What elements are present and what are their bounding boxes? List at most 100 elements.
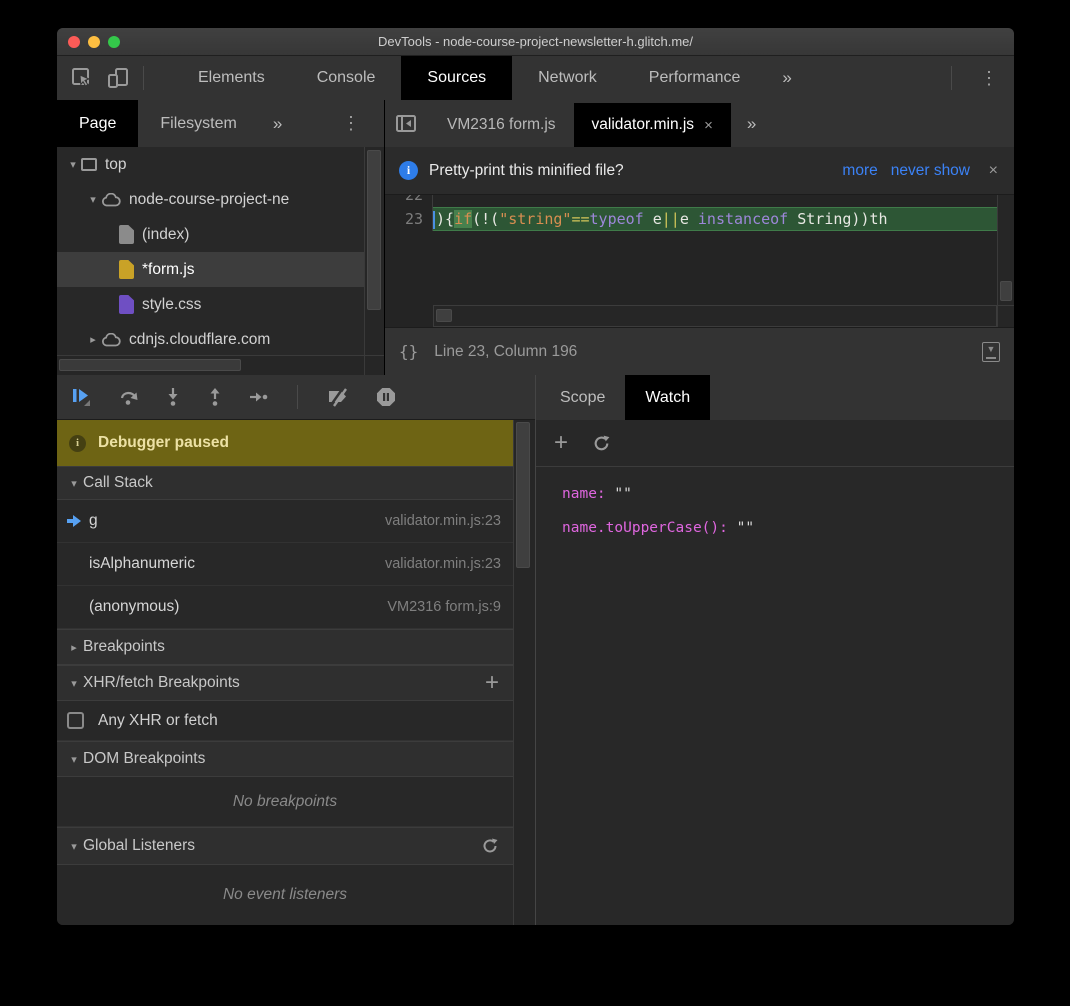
tree-label: *form.js xyxy=(142,261,195,279)
scrollbar-thumb[interactable] xyxy=(59,359,241,371)
scrollbar-thumb[interactable] xyxy=(436,309,452,322)
scrollbar-corner xyxy=(997,305,1014,327)
editor-tab-validator[interactable]: validator.min.js × xyxy=(574,103,731,147)
line-number[interactable]: 23 xyxy=(385,207,433,231)
expand-arrow-icon[interactable]: ▾ xyxy=(65,158,81,171)
tree-item-index[interactable]: (index) xyxy=(57,217,364,252)
editor-tab-label: VM2316 form.js xyxy=(447,116,556,134)
any-xhr-checkbox[interactable] xyxy=(67,712,84,729)
refresh-global-listeners-icon[interactable] xyxy=(481,837,499,855)
zoom-window-button[interactable] xyxy=(108,36,120,48)
paused-message: Debugger paused xyxy=(98,434,229,452)
sidebar-tabbar: Page Filesystem » ⋮ xyxy=(57,100,384,147)
debugger-paused-banner: i Debugger paused xyxy=(57,420,513,466)
paused-info-icon: i xyxy=(69,435,86,452)
customize-devtools-icon[interactable]: ⋮ xyxy=(964,56,1014,100)
tree-item-stylecss[interactable]: style.css xyxy=(57,287,364,322)
tree-item-origin[interactable]: ▾ node-course-project-ne xyxy=(57,182,364,217)
editor-vertical-scrollbar[interactable] xyxy=(997,195,1014,305)
dom-breakpoints-header[interactable]: ▾ DOM Breakpoints xyxy=(57,741,513,777)
pretty-print-never-show-link[interactable]: never show xyxy=(891,162,970,180)
minimize-window-button[interactable] xyxy=(88,36,100,48)
infobar-close-icon[interactable]: × xyxy=(989,162,998,180)
scrollbar-thumb[interactable] xyxy=(1000,281,1012,301)
sidebar-more-tabs-chevron[interactable]: » xyxy=(259,100,296,147)
tab-performance[interactable]: Performance xyxy=(623,56,767,100)
step-over-button[interactable] xyxy=(119,388,139,406)
scrollbar-thumb[interactable] xyxy=(516,422,530,568)
tab-console[interactable]: Console xyxy=(291,56,402,100)
toggle-device-toolbar-icon[interactable] xyxy=(105,65,131,91)
source-editor: VM2316 form.js validator.min.js × » i Pr… xyxy=(385,100,1014,375)
tab-elements[interactable]: Elements xyxy=(172,56,291,100)
code-editor-area[interactable]: 22 23 ){if(!("string"==typeof e||e insta… xyxy=(385,195,1014,327)
watch-expression[interactable]: name.toUpperCase(): "" xyxy=(562,511,1014,545)
tree-label: top xyxy=(105,156,127,174)
add-watch-expression-button[interactable]: + xyxy=(554,429,568,457)
section-title: Global Listeners xyxy=(83,837,195,855)
window-title: DevTools - node-course-project-newslette… xyxy=(378,34,693,49)
line-number[interactable]: 22 xyxy=(385,195,433,207)
collapse-arrow-icon[interactable]: ▸ xyxy=(85,333,101,346)
tree-item-formjs[interactable]: *form.js xyxy=(57,252,364,287)
more-panels-chevron[interactable]: » xyxy=(766,56,807,100)
resume-script-button[interactable] xyxy=(71,387,93,407)
call-stack-frame-current[interactable]: g validator.min.js:23 xyxy=(57,500,513,543)
step-button[interactable] xyxy=(249,389,269,405)
tab-filesystem[interactable]: Filesystem xyxy=(138,100,258,147)
infobar-message: Pretty-print this minified file? xyxy=(429,162,624,180)
call-stack-frame[interactable]: (anonymous) VM2316 form.js:9 xyxy=(57,586,513,629)
call-stack-frame[interactable]: isAlphanumeric validator.min.js:23 xyxy=(57,543,513,586)
close-tab-icon[interactable]: × xyxy=(704,117,713,134)
watch-expr-value: "" xyxy=(737,520,754,536)
watch-expression[interactable]: name: "" xyxy=(562,477,1014,511)
xhr-breakpoints-header[interactable]: ▾ XHR/fetch Breakpoints + xyxy=(57,665,513,701)
sidebar-vertical-scrollbar[interactable] xyxy=(364,147,384,355)
any-xhr-row[interactable]: Any XHR or fetch xyxy=(57,701,513,741)
editor-statusbar: {} Line 23, Column 196 ▼ xyxy=(385,327,1014,375)
breakpoints-header[interactable]: ▸ Breakpoints xyxy=(57,629,513,665)
section-expand-icon: ▾ xyxy=(65,840,83,853)
tree-item-cdnjs[interactable]: ▸ cdnjs.cloudflare.com xyxy=(57,322,364,355)
add-xhr-breakpoint-button[interactable]: + xyxy=(485,673,499,693)
tab-watch[interactable]: Watch xyxy=(625,375,710,420)
watch-expr-text: name.toUpperCase(): xyxy=(562,520,728,536)
expand-arrow-icon[interactable]: ▾ xyxy=(85,193,101,206)
tab-page[interactable]: Page xyxy=(57,100,138,147)
global-listeners-header[interactable]: ▾ Global Listeners xyxy=(57,827,513,865)
frame-location: validator.min.js:23 xyxy=(385,556,501,572)
editor-tab-label: validator.min.js xyxy=(592,116,695,134)
tab-network[interactable]: Network xyxy=(512,56,623,100)
tab-scope[interactable]: Scope xyxy=(540,375,625,420)
step-into-button[interactable] xyxy=(165,387,181,407)
toolbar-right-divider xyxy=(951,66,952,90)
dom-breakpoints-empty: No breakpoints xyxy=(57,777,513,827)
refresh-watch-icon[interactable] xyxy=(592,434,611,453)
script-icon xyxy=(119,260,134,279)
toggle-sidebar-icon[interactable] xyxy=(395,114,417,133)
editor-tab-formjs[interactable]: VM2316 form.js xyxy=(429,103,574,147)
deactivate-breakpoints-button[interactable] xyxy=(326,387,350,407)
editor-more-tabs-chevron[interactable]: » xyxy=(731,114,772,134)
inspect-element-icon[interactable] xyxy=(69,65,95,91)
scrollbar-thumb[interactable] xyxy=(367,150,381,310)
tab-sources[interactable]: Sources xyxy=(401,56,512,100)
pause-on-exceptions-button[interactable] xyxy=(376,387,396,407)
step-out-button[interactable] xyxy=(207,387,223,407)
current-frame-arrow-icon xyxy=(67,515,89,527)
close-window-button[interactable] xyxy=(68,36,80,48)
pretty-print-icon[interactable]: {} xyxy=(399,342,418,361)
code-line-23-execution-line: 23 ){if(!("string"==typeof e||e instance… xyxy=(385,207,997,231)
debugger-vertical-scrollbar[interactable] xyxy=(513,420,535,925)
toolbar-right: ⋮ xyxy=(939,56,1014,100)
pretty-print-infobar: i Pretty-print this minified file? more … xyxy=(385,147,1014,195)
sidebar-horizontal-scrollbar[interactable] xyxy=(57,355,384,375)
sidebar-menu-icon[interactable]: ⋮ xyxy=(326,100,376,147)
global-listeners-empty: No event listeners xyxy=(57,865,513,925)
frame-location: VM2316 form.js:9 xyxy=(387,599,501,615)
tree-item-top[interactable]: ▾ top xyxy=(57,147,364,182)
call-stack-header[interactable]: ▾ Call Stack xyxy=(57,466,513,500)
traffic-lights xyxy=(68,36,120,48)
editor-horizontal-scrollbar[interactable] xyxy=(433,305,997,327)
pretty-print-more-link[interactable]: more xyxy=(842,162,877,180)
